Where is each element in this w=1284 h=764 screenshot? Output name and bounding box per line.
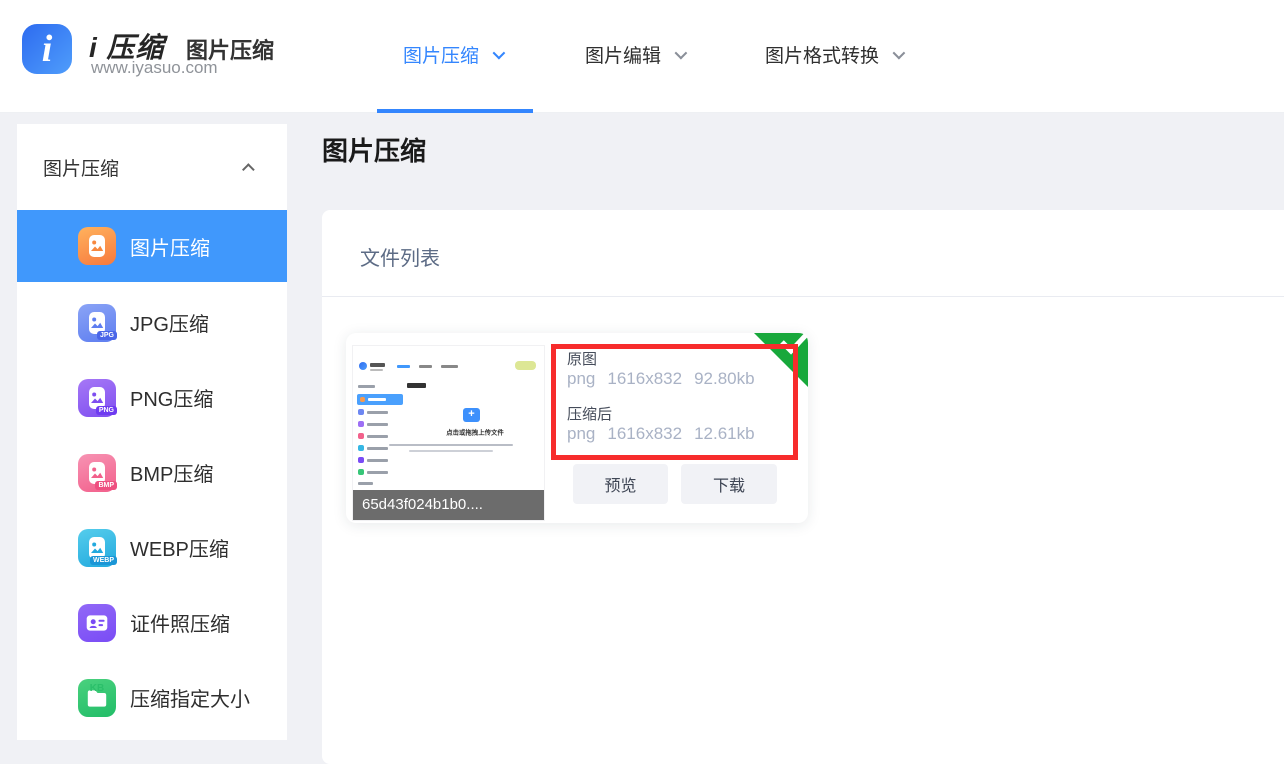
nav-tab-image-edit[interactable]: 图片编辑	[585, 41, 684, 68]
nav-tab-label: 图片编辑	[585, 41, 661, 68]
filename-label: 65d43f024b1b0....	[353, 490, 544, 520]
brand-logo-icon[interactable]: i	[22, 24, 72, 74]
sidebar-item-webp-compress[interactable]: WEBP WEBP压缩	[17, 510, 287, 585]
mini-heading-bar	[407, 383, 426, 388]
file-thumbnail[interactable]: + 点击或拖拽上传文件 65d43f024b1b0....	[352, 345, 545, 521]
nav-tab-image-compress[interactable]: 图片压缩	[403, 41, 502, 68]
sidebar-item-bmp-compress[interactable]: BMP BMP压缩	[17, 435, 287, 510]
chevron-down-icon	[893, 47, 906, 60]
active-tab-underline	[377, 109, 533, 113]
sidebar-item-label: 证件照压缩	[130, 608, 230, 637]
jpg-badge: JPG	[97, 331, 117, 340]
jpg-compress-icon: JPG	[78, 304, 116, 342]
sidebar-item-target-size-compress[interactable]: KB 压缩指定大小	[17, 660, 287, 735]
mini-brand-bar	[370, 363, 385, 367]
chevron-up-icon	[242, 163, 255, 176]
kb-badge: KB	[78, 683, 116, 694]
mini-upload-hint: 点击或拖拽上传文件	[419, 428, 531, 437]
top-header: i i 压缩 图片压缩 www.iyasuo.com 图片压缩 图片编辑 图片格…	[0, 0, 1284, 113]
sidebar-item-label: 压缩指定大小	[130, 683, 250, 712]
png-compress-icon: PNG	[78, 379, 116, 417]
mini-button-pill	[515, 361, 536, 370]
bmp-compress-icon: BMP	[78, 454, 116, 492]
mini-text-bar	[409, 450, 493, 452]
panel-title: 文件列表	[360, 242, 440, 271]
success-corner-check-icon	[752, 333, 808, 389]
page-title: 图片压缩	[322, 131, 426, 168]
compressed-dimensions: 1616x832	[607, 424, 682, 444]
original-size: 92.80kb	[694, 369, 755, 389]
compressed-info: png 1616x832 12.61kb	[567, 424, 755, 444]
id-photo-compress-icon	[78, 604, 116, 642]
kb-target-size-icon: KB	[78, 679, 116, 717]
chevron-down-icon	[493, 47, 506, 60]
sidebar-item-label: JPG压缩	[130, 308, 209, 337]
sidebar-group-header[interactable]: 图片压缩	[17, 124, 287, 210]
png-badge: PNG	[96, 406, 117, 415]
sidebar-item-image-compress[interactable]: 图片压缩	[17, 210, 287, 282]
mini-text-bar	[389, 444, 513, 446]
preview-button[interactable]: 预览	[573, 464, 668, 504]
sidebar-item-label: BMP压缩	[130, 458, 213, 487]
sidebar: 图片压缩 图片压缩 JPG JPG压缩 PNG PNG压缩 BMP BMP压缩	[17, 124, 287, 740]
mini-nav-bar	[397, 365, 410, 368]
original-format: png	[567, 369, 595, 389]
sidebar-item-id-photo-compress[interactable]: 证件照压缩	[17, 585, 287, 660]
webp-compress-icon: WEBP	[78, 529, 116, 567]
sidebar-item-label: PNG压缩	[130, 383, 213, 412]
sidebar-item-label: 图片压缩	[130, 232, 210, 261]
compressed-format: png	[567, 424, 595, 444]
sidebar-group-label: 图片压缩	[43, 154, 119, 181]
download-button[interactable]: 下载	[681, 464, 777, 504]
sidebar-item-png-compress[interactable]: PNG PNG压缩	[17, 360, 287, 435]
compressed-size: 12.61kb	[694, 424, 755, 444]
brand-url: www.iyasuo.com	[91, 58, 218, 78]
file-card: + 点击或拖拽上传文件 65d43f024b1b0.... 原图 png 161…	[346, 333, 808, 523]
original-info: png 1616x832 92.80kb	[567, 369, 755, 389]
compressed-label: 压缩后	[567, 403, 612, 424]
original-label: 原图	[567, 348, 597, 369]
sidebar-item-jpg-compress[interactable]: JPG JPG压缩	[17, 285, 287, 360]
chevron-down-icon	[675, 47, 688, 60]
bmp-badge: BMP	[95, 481, 117, 490]
sidebar-item-label: WEBP压缩	[130, 533, 229, 562]
image-compress-icon	[78, 227, 116, 265]
file-list-panel: 文件列表 + 点击或拖拽上传文件	[322, 210, 1284, 764]
mini-nav-bar	[441, 365, 458, 368]
mini-logo-icon	[359, 362, 367, 370]
mini-upload-plus-button: +	[463, 408, 480, 422]
mini-brand-bar	[370, 369, 383, 371]
nav-tab-label: 图片压缩	[403, 41, 479, 68]
nav-tab-format-convert[interactable]: 图片格式转换	[765, 41, 902, 68]
panel-divider	[322, 296, 1284, 297]
nav-tab-label: 图片格式转换	[765, 41, 879, 68]
original-dimensions: 1616x832	[607, 369, 682, 389]
webp-badge: WEBP	[90, 556, 117, 565]
mini-sidebar-active-row	[357, 394, 403, 405]
mini-nav-bar	[419, 365, 432, 368]
